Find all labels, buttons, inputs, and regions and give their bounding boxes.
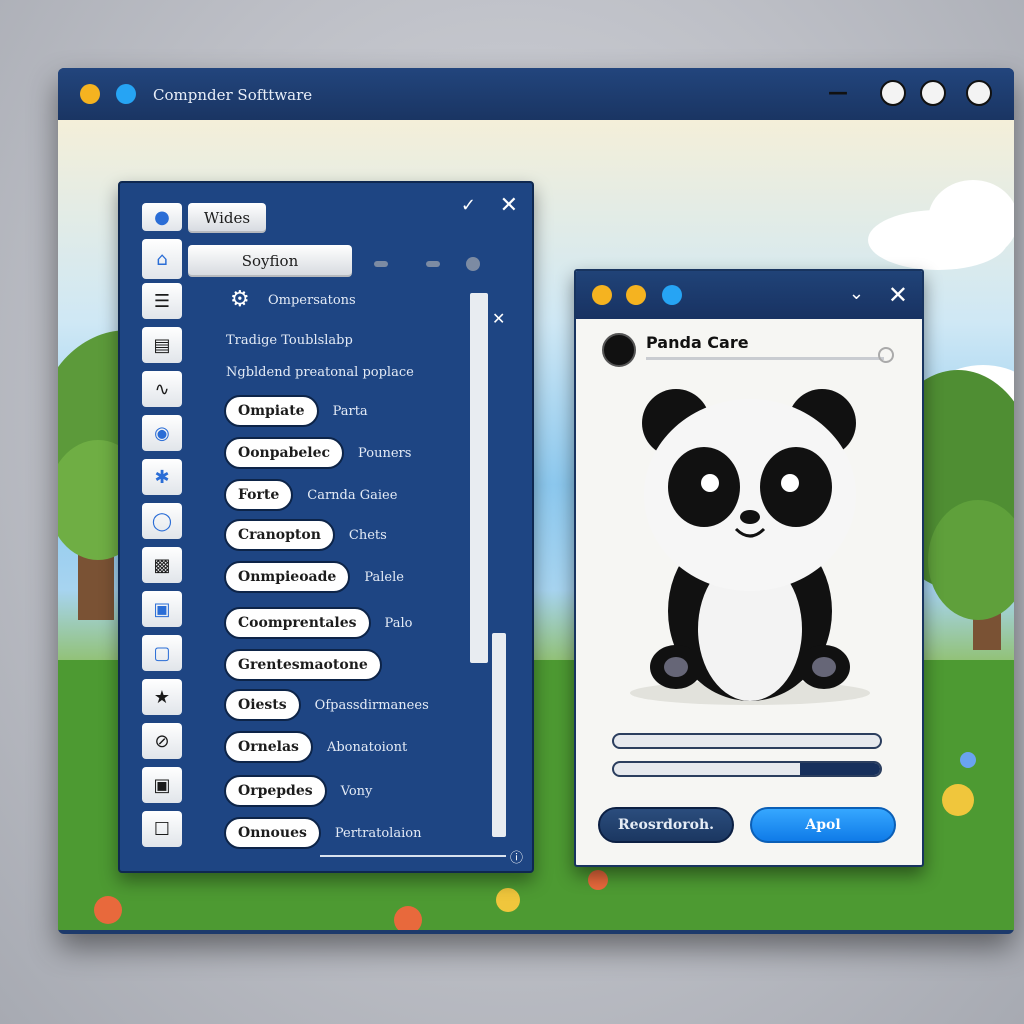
grid-icon[interactable]: ▩ <box>142 547 182 583</box>
network-icon[interactable]: ✱ <box>142 459 182 495</box>
star-icon[interactable]: ★ <box>142 679 182 715</box>
info-line-1: Tradige Toublslabp <box>226 333 353 348</box>
home-icon[interactable]: ⌂ <box>142 239 182 279</box>
toolbar-handle[interactable] <box>374 261 388 267</box>
list-item-label: Pertratolaion <box>334 825 422 841</box>
close-icon[interactable]: ✕ <box>492 309 505 328</box>
list-item: Onmpieoade Palele <box>224 561 404 593</box>
list-item-label: Palo <box>384 615 413 631</box>
bottom-bar <box>320 855 506 857</box>
list-item-button[interactable]: Orpepdes <box>224 775 327 807</box>
minimize-dot[interactable] <box>80 84 100 104</box>
list-item: Coomprentales Palo <box>224 607 412 639</box>
progress-bar-1 <box>612 733 882 749</box>
section-header: Ompersatons <box>268 293 356 308</box>
photo-icon[interactable]: ▣ <box>142 767 182 803</box>
chat-bubble-icon[interactable]: ● <box>142 203 182 231</box>
list-item-label: Palele <box>364 569 404 585</box>
tag-icon[interactable]: ▢ <box>142 635 182 671</box>
document-icon[interactable]: ▤ <box>142 327 182 363</box>
close-icon[interactable]: ✕ <box>888 281 908 309</box>
toolbar-handle[interactable] <box>426 261 440 267</box>
tab-soyfion[interactable]: Soyfion <box>188 245 352 277</box>
zoom-dot[interactable] <box>116 84 136 104</box>
list-item: Grentesmaotone <box>224 649 396 681</box>
list-item-label: Carnda Gaiee <box>307 487 398 503</box>
panda-illustration <box>630 389 870 705</box>
block-icon[interactable]: ⊘ <box>142 723 182 759</box>
scrollbar[interactable] <box>492 633 506 837</box>
list-item: Cranopton Chets <box>224 519 387 551</box>
panda-care-dialog: ⌄ ✕ Panda Care Reosrdoroh. Apol <box>574 269 924 867</box>
zoom-dot[interactable] <box>662 285 682 305</box>
tab-label: Soyfion <box>241 252 299 270</box>
heading-knob[interactable] <box>878 347 894 363</box>
chart-icon[interactable]: ∿ <box>142 371 182 407</box>
list-item-button[interactable]: Onnoues <box>224 817 321 849</box>
info-line-2: Ngbldend preatonal poplace <box>226 365 414 380</box>
heading-underline <box>646 357 884 360</box>
list-item: Orpepdes Vony <box>224 775 372 807</box>
chevron-down-icon[interactable]: ⌄ <box>849 283 864 304</box>
window-title: Compnder Softtware <box>153 86 313 104</box>
list-item-label: Abonatoiont <box>326 739 408 755</box>
list-item-label: Vony <box>340 783 373 799</box>
dialog-title-bar: ⌄ ✕ <box>576 271 922 319</box>
apply-button[interactable]: Apol <box>750 807 896 843</box>
lock-icon[interactable]: ☐ <box>142 811 182 847</box>
image-icon[interactable]: ▣ <box>142 591 182 627</box>
list-item-button[interactable]: Forte <box>224 479 294 511</box>
pin-icon[interactable]: ✓ <box>461 195 476 216</box>
progress-bar-2 <box>612 761 882 777</box>
list-item-button[interactable]: Oiests <box>224 689 301 721</box>
tab-label: Wides <box>203 209 251 227</box>
list-item-button[interactable]: Ompiate <box>224 395 319 427</box>
avatar <box>602 333 636 367</box>
list-item-button[interactable]: Ornelas <box>224 731 313 763</box>
list-item-button[interactable]: Cranopton <box>224 519 335 551</box>
list-item: Ornelas Abonatoiont <box>224 731 407 763</box>
shield-icon[interactable]: ◯ <box>142 503 182 539</box>
tab-wides[interactable]: Wides <box>188 203 266 233</box>
refresh-button[interactable] <box>920 80 946 106</box>
list-item-button[interactable]: Grentesmaotone <box>224 649 382 681</box>
maximize-dot[interactable] <box>626 285 646 305</box>
globe-icon[interactable]: ◉ <box>142 415 182 451</box>
list-item-button[interactable]: Oonpabelec <box>224 437 345 469</box>
secondary-button[interactable]: Reosrdoroh. <box>598 807 734 843</box>
list-item: Ompiate Parta <box>224 395 368 427</box>
scrollbar[interactable] <box>470 293 488 663</box>
close-icon[interactable]: ✕ <box>500 193 518 218</box>
list-item-button[interactable]: Coomprentales <box>224 607 371 639</box>
info-button[interactable] <box>966 80 992 106</box>
target-button[interactable] <box>880 80 906 106</box>
minimize-dot[interactable] <box>592 285 612 305</box>
list-item: Oiests Ofpassdirmanees <box>224 689 429 721</box>
list-item-label: Chets <box>348 527 387 543</box>
list-item: Forte Carnda Gaiee <box>224 479 397 511</box>
list-item: Oonpabelec Pouners <box>224 437 411 469</box>
toolbar-dot[interactable] <box>466 257 480 271</box>
list-item: Onnoues Pertratolaion <box>224 817 421 849</box>
info-icon[interactable]: ⓘ <box>510 847 523 866</box>
dialog-heading: Panda Care <box>646 333 749 352</box>
list-item-label: Parta <box>332 403 368 419</box>
list-icon[interactable]: ☰ <box>142 283 182 319</box>
progress-fill <box>800 763 880 775</box>
minus-icon[interactable]: — <box>828 80 848 104</box>
list-item-label: Pouners <box>358 445 412 461</box>
gear-icon: ⚙ <box>230 287 250 312</box>
settings-panel: ✓ ✕ Wides Soyfion ● ⌂ ☰ ▤ ∿ ◉ ✱ ◯ ▩ ▣ ▢ … <box>118 181 534 873</box>
list-item-button[interactable]: Onmpieoade <box>224 561 351 593</box>
list-item-label: Ofpassdirmanees <box>314 697 429 713</box>
title-bar: Compnder Softtware — <box>58 68 1014 120</box>
